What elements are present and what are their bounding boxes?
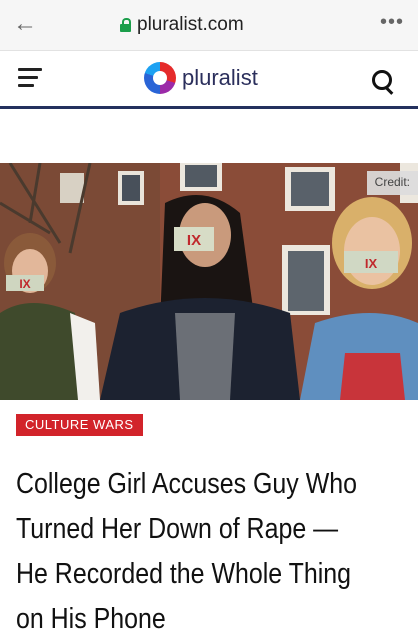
headline-line: Turned Her Down of Rape —: [16, 513, 339, 545]
more-icon[interactable]: •••: [380, 12, 404, 32]
article-headline[interactable]: College Girl Accuses Guy Who Turned Her …: [16, 462, 403, 642]
lock-icon: [120, 18, 131, 32]
protest-photo: IX IX IX: [0, 163, 418, 400]
category-tag[interactable]: CULTURE WARS: [16, 414, 143, 436]
article-hero-image: IX IX IX Credit:: [0, 163, 418, 400]
logo-text: pluralist: [182, 65, 258, 90]
pluralist-logo-icon: [144, 62, 176, 94]
url-text: pluralist.com: [137, 14, 244, 35]
headline-line: College Girl Accuses Guy Who: [16, 468, 357, 500]
svg-text:IX: IX: [187, 232, 201, 249]
svg-text:IX: IX: [19, 277, 30, 291]
browser-url-bar[interactable]: ← pluralist.com •••: [0, 0, 418, 51]
back-arrow-icon[interactable]: ←: [12, 11, 38, 37]
url-field[interactable]: pluralist.com: [120, 13, 244, 37]
svg-text:IX: IX: [365, 256, 378, 271]
headline-line: He Recorded the Whole Thing: [16, 558, 352, 590]
image-credit: Credit:: [366, 171, 418, 195]
headline-line: on His Phone: [16, 603, 166, 635]
site-logo[interactable]: pluralist: [144, 62, 258, 94]
search-icon[interactable]: [372, 70, 392, 90]
site-header: pluralist: [0, 51, 418, 109]
hamburger-menu-icon[interactable]: [18, 68, 42, 88]
